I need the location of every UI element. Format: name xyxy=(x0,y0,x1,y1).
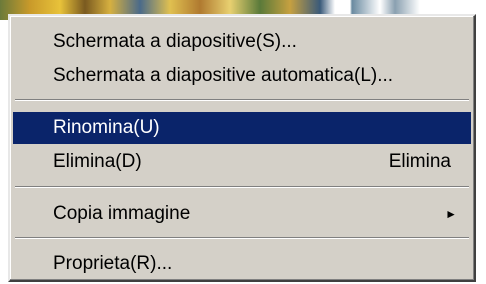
menu-item-label: Schermata a diapositive(S)... xyxy=(53,31,297,52)
menu-item-auto-slideshow[interactable]: Schermata a diapositive automatica(L)... xyxy=(13,60,471,92)
menu-item-delete[interactable]: Elimina(D) Elimina xyxy=(13,146,471,178)
menu-separator xyxy=(15,237,469,239)
menu-item-properties[interactable]: Proprieta(R)... xyxy=(13,248,471,280)
menu-item-slideshow[interactable]: Schermata a diapositive(S)... xyxy=(13,26,471,58)
menu-item-copy-image[interactable]: Copia immagine ► xyxy=(13,198,471,230)
menu-separator xyxy=(15,99,469,101)
screen: Schermata a diapositive(S)... Schermata … xyxy=(0,0,486,284)
menu-item-shortcut: Elimina xyxy=(388,151,451,172)
background-margin xyxy=(476,20,486,284)
menu-item-label: Schermata a diapositive automatica(L)... xyxy=(53,65,394,86)
menu-item-label: Copia immagine xyxy=(53,203,191,224)
menu-separator xyxy=(15,186,469,188)
menu-item-label: Proprieta(R)... xyxy=(53,253,173,274)
menu-item-label: Rinomina(U) xyxy=(53,117,160,138)
context-menu: Schermata a diapositive(S)... Schermata … xyxy=(8,14,476,282)
submenu-arrow-icon: ► xyxy=(445,207,457,221)
menu-item-label: Elimina(D) xyxy=(53,151,142,172)
menu-item-rename[interactable]: Rinomina(U) xyxy=(13,112,471,144)
